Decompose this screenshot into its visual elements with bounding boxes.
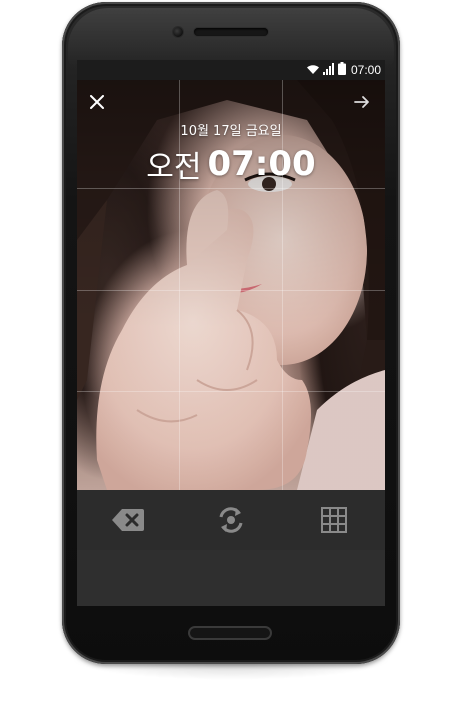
arrow-right-icon	[354, 96, 369, 108]
signal-icon	[322, 62, 335, 78]
alarm-date: 10월 17일 금요일	[180, 124, 282, 139]
grid-line-horizontal-2	[77, 290, 385, 291]
alarm-time-value: 07:00	[207, 144, 316, 184]
phone-frame: 07:00 10월 17일 금요일 오전 07:00	[62, 2, 400, 664]
phone-screen: 07:00 10월 17일 금요일 오전 07:00	[77, 60, 385, 606]
switch-camera-button[interactable]	[211, 500, 251, 540]
wifi-icon	[306, 63, 320, 78]
next-button[interactable]	[349, 89, 375, 115]
switch-camera-icon	[219, 507, 243, 533]
grid-toggle-button[interactable]	[314, 500, 354, 540]
grid-line-horizontal-1	[77, 188, 385, 189]
camera-preview[interactable]: 10월 17일 금요일 오전 07:00	[77, 80, 385, 490]
battery-icon	[337, 62, 346, 78]
phone-gloss	[68, 8, 394, 68]
front-camera	[173, 27, 183, 37]
status-bar: 07:00	[77, 60, 385, 80]
delete-button[interactable]	[108, 500, 148, 540]
alarm-time: 오전 07:00	[77, 142, 385, 186]
delete-icon	[112, 509, 145, 531]
alarm-ampm: 오전	[146, 150, 202, 185]
grid-line-horizontal-3	[77, 391, 385, 392]
status-time: 07:00	[350, 63, 381, 77]
bottom-empty-area	[77, 550, 385, 606]
camera-toolbar	[77, 490, 385, 550]
grid-icon	[320, 507, 347, 533]
close-icon	[90, 95, 104, 109]
earpiece-speaker	[194, 28, 268, 36]
close-button[interactable]	[84, 89, 110, 115]
status-icons: 07:00	[306, 62, 381, 78]
home-button[interactable]	[188, 626, 272, 640]
